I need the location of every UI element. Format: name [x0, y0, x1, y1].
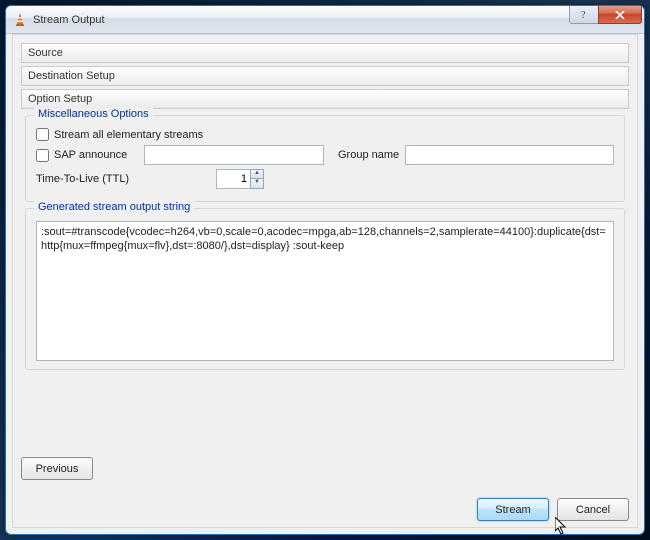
cancel-button[interactable]: Cancel — [557, 498, 629, 521]
group-name-input[interactable] — [405, 145, 614, 165]
sap-label: SAP announce — [54, 149, 144, 161]
window-title: Stream Output — [33, 14, 105, 26]
client-area: Source Destination Setup Option Setup Mi… — [12, 34, 638, 528]
svg-text:?: ? — [581, 10, 586, 20]
generated-output-group: Generated stream output string :sout=#tr… — [25, 208, 625, 370]
sap-checkbox[interactable] — [36, 149, 49, 162]
section-option[interactable]: Option Setup — [21, 89, 629, 109]
vlc-cone-icon — [12, 12, 28, 28]
dialog-window: Stream Output ? Source Destination Setup… — [5, 5, 645, 535]
ttl-spinner: ▲ ▼ — [216, 169, 264, 189]
ttl-down-button[interactable]: ▼ — [250, 179, 264, 189]
previous-button[interactable]: Previous — [21, 457, 93, 480]
window-controls: ? — [570, 6, 642, 24]
ttl-input[interactable] — [216, 169, 250, 189]
generated-output-title: Generated stream output string — [34, 201, 194, 213]
ttl-up-button[interactable]: ▲ — [250, 169, 264, 179]
misc-options-group: Miscellaneous Options Stream all element… — [25, 115, 625, 202]
stream-button[interactable]: Stream — [477, 498, 549, 521]
close-button[interactable] — [598, 6, 642, 24]
section-destination[interactable]: Destination Setup — [21, 66, 629, 86]
group-name-label: Group name — [338, 149, 399, 161]
titlebar[interactable]: Stream Output ? — [6, 6, 644, 34]
dialog-buttons: Previous Stream Cancel — [21, 457, 629, 521]
misc-options-title: Miscellaneous Options — [34, 108, 153, 120]
sap-input[interactable] — [144, 145, 324, 165]
ttl-label: Time-To-Live (TTL) — [36, 173, 216, 185]
section-source[interactable]: Source — [21, 43, 629, 63]
generated-output-textarea[interactable]: :sout=#transcode{vcodec=h264,vb=0,scale=… — [36, 221, 614, 361]
help-button[interactable]: ? — [569, 6, 599, 24]
stream-all-checkbox[interactable] — [36, 128, 49, 141]
stream-all-label: Stream all elementary streams — [54, 129, 203, 141]
